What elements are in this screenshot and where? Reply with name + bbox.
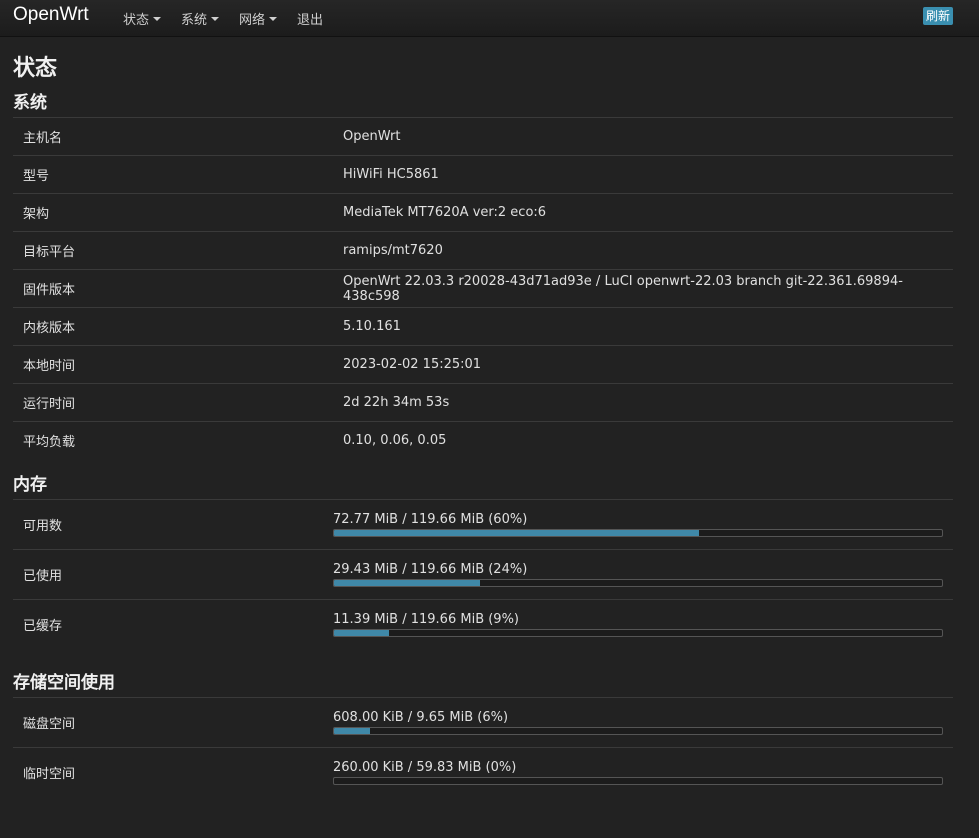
row-value-cell: 11.39 MiB / 119.66 MiB (9%) xyxy=(323,599,953,649)
menu-logout-label: 退出 xyxy=(297,13,324,28)
row-label: 目标平台 xyxy=(13,231,333,270)
row-value: 2d 22h 34m 53s xyxy=(333,383,953,422)
row-value-cell: 29.43 MiB / 119.66 MiB (24%) xyxy=(323,549,953,600)
main-content: 状态 系统 主机名 OpenWrt 型号 HiWiFi HC5861 架构 MediaTe… xyxy=(0,55,979,797)
usage-text: 72.77 MiB / 119.66 MiB (60%) xyxy=(333,512,528,527)
table-row: 架构 MediaTek MT7620A ver:2 eco:6 xyxy=(13,193,953,232)
table-row: 本地时间 2023-02-02 15:25:01 xyxy=(13,345,953,384)
row-label: 运行时间 xyxy=(13,383,333,422)
page-title: 状态 xyxy=(13,56,58,81)
row-label: 型号 xyxy=(13,155,333,194)
row-label: 内核版本 xyxy=(13,307,333,346)
row-value: OpenWrt 22.03.3 r20028-43d71ad93e / LuCI… xyxy=(333,269,953,308)
row-label: 平均负载 xyxy=(13,421,333,459)
chevron-down-icon xyxy=(153,16,162,21)
progress-bar xyxy=(333,777,943,785)
usage-text: 11.39 MiB / 119.66 MiB (9%) xyxy=(333,612,520,627)
progress-bar-fill xyxy=(334,580,480,586)
storage-table: 磁盘空间 608.00 KiB / 9.65 MiB (6%) 临时空间 260.00… xyxy=(13,697,953,797)
row-value: 5.10.161 xyxy=(333,307,953,346)
table-row: 目标平台 ramips/mt7620 xyxy=(13,231,953,270)
usage-text: 608.00 KiB / 9.65 MiB (6%) xyxy=(333,710,509,725)
row-value: HiWiFi HC5861 xyxy=(333,155,953,194)
row-label: 本地时间 xyxy=(13,345,333,384)
main-menu: 状态 系统 网络 退出 xyxy=(123,9,343,28)
table-row: 可用数 72.77 MiB / 119.66 MiB (60%) xyxy=(13,499,953,550)
row-value: MediaTek MT7620A ver:2 eco:6 xyxy=(333,193,953,232)
progress-bar-fill xyxy=(334,530,699,536)
menu-network[interactable]: 网络 xyxy=(239,9,278,28)
menu-system[interactable]: 系统 xyxy=(181,9,220,28)
table-row: 固件版本 OpenWrt 22.03.3 r20028-43d71ad93e / … xyxy=(13,269,953,308)
row-label: 已使用 xyxy=(13,549,323,600)
row-label: 架构 xyxy=(13,193,333,232)
usage-text: 260.00 KiB / 59.83 MiB (0%) xyxy=(333,760,517,775)
menu-status-label: 状态 xyxy=(123,13,150,28)
refresh-button[interactable]: 刷新 xyxy=(922,7,953,25)
system-section-title: 系统 xyxy=(13,93,47,113)
menu-logout[interactable]: 退出 xyxy=(297,9,323,28)
progress-bar xyxy=(333,529,943,537)
table-row: 已缓存 11.39 MiB / 119.66 MiB (9%) xyxy=(13,599,953,649)
progress-bar xyxy=(333,629,943,637)
memory-section-title: 内存 xyxy=(13,475,47,495)
row-value: OpenWrt xyxy=(333,117,953,156)
progress-bar xyxy=(333,727,943,735)
table-row: 型号 HiWiFi HC5861 xyxy=(13,155,953,194)
table-row: 平均负载 0.10, 0.06, 0.05 xyxy=(13,421,953,459)
memory-table: 可用数 72.77 MiB / 119.66 MiB (60%) 已使用 29.43 … xyxy=(13,499,953,649)
row-label: 已缓存 xyxy=(13,599,323,649)
row-value: 0.10, 0.06, 0.05 xyxy=(333,421,953,459)
table-row: 内核版本 5.10.161 xyxy=(13,307,953,346)
system-table: 主机名 OpenWrt 型号 HiWiFi HC5861 架构 MediaTek MT76… xyxy=(13,117,953,459)
menu-status[interactable]: 状态 xyxy=(123,9,162,28)
menu-system-label: 系统 xyxy=(181,13,208,28)
row-label: 固件版本 xyxy=(13,269,333,308)
row-label: 可用数 xyxy=(13,499,323,550)
storage-section-title: 存储空间使用 xyxy=(13,673,115,693)
brand-logo[interactable]: OpenWrt xyxy=(13,4,89,26)
progress-bar-fill xyxy=(334,630,389,636)
table-row: 磁盘空间 608.00 KiB / 9.65 MiB (6%) xyxy=(13,697,953,748)
top-navbar: OpenWrt 状态 系统 网络 退出 刷新 xyxy=(0,0,979,37)
row-label: 临时空间 xyxy=(13,747,323,797)
chevron-down-icon xyxy=(211,16,220,21)
table-row: 临时空间 260.00 KiB / 59.83 MiB (0%) xyxy=(13,747,953,797)
usage-text: 29.43 MiB / 119.66 MiB (24%) xyxy=(333,562,528,577)
row-value-cell: 72.77 MiB / 119.66 MiB (60%) xyxy=(323,499,953,550)
row-label: 磁盘空间 xyxy=(13,697,323,748)
row-value-cell: 260.00 KiB / 59.83 MiB (0%) xyxy=(323,747,953,797)
progress-bar xyxy=(333,579,943,587)
row-value: ramips/mt7620 xyxy=(333,231,953,270)
row-value: 2023-02-02 15:25:01 xyxy=(333,345,953,384)
row-value-cell: 608.00 KiB / 9.65 MiB (6%) xyxy=(323,697,953,748)
row-label: 主机名 xyxy=(13,117,333,156)
table-row: 运行时间 2d 22h 34m 53s xyxy=(13,383,953,422)
table-row: 主机名 OpenWrt xyxy=(13,117,953,156)
menu-network-label: 网络 xyxy=(239,13,266,28)
table-row: 已使用 29.43 MiB / 119.66 MiB (24%) xyxy=(13,549,953,600)
chevron-down-icon xyxy=(269,16,278,21)
progress-bar-fill xyxy=(334,728,371,734)
